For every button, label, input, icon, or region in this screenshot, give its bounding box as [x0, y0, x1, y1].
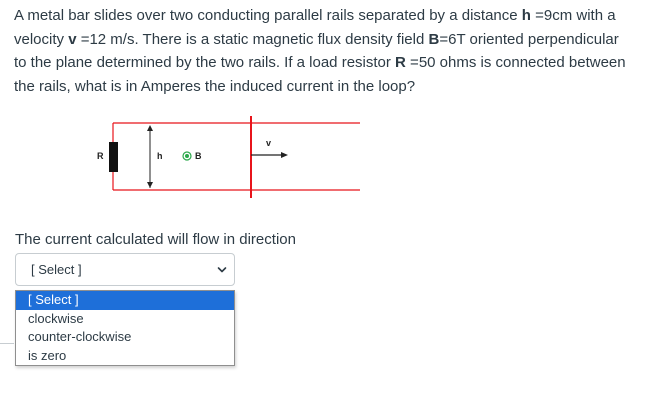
question-text: A metal bar slides over two conducting p…	[14, 4, 634, 98]
h-label: h	[157, 151, 163, 161]
v-variable: v	[68, 30, 77, 48]
option-select[interactable]: [ Select ]	[16, 291, 234, 310]
velocity-arrowhead	[281, 152, 288, 158]
field-dot-icon	[182, 151, 192, 161]
divider	[0, 343, 14, 344]
chevron-down-icon	[217, 267, 227, 273]
option-clockwise[interactable]: clockwise	[16, 310, 234, 329]
question-part-1: A metal bar slides over two conducting p…	[14, 7, 522, 24]
b-label: B	[195, 151, 202, 161]
direction-select[interactable]: [ Select ]	[15, 253, 235, 286]
h-arrow-top	[147, 125, 153, 131]
select-value: [ Select ]	[31, 262, 82, 277]
question-part-3: =12 m/s. There is a static magnetic flux…	[76, 30, 429, 48]
h-arrow-bottom	[147, 182, 153, 188]
r-variable: R	[395, 54, 406, 71]
v-label: v	[266, 138, 271, 148]
resistor-label: R	[97, 151, 104, 161]
direction-prompt: The current calculated will flow in dire…	[15, 231, 296, 248]
direction-dropdown-list: [ Select ] clockwise counter-clockwise i…	[15, 290, 235, 366]
option-counter-clockwise[interactable]: counter-clockwise	[16, 328, 234, 347]
b-variable: B	[428, 30, 440, 48]
h-variable: h	[521, 7, 531, 24]
resistor	[109, 142, 118, 172]
option-is-zero[interactable]: is zero	[16, 347, 234, 366]
